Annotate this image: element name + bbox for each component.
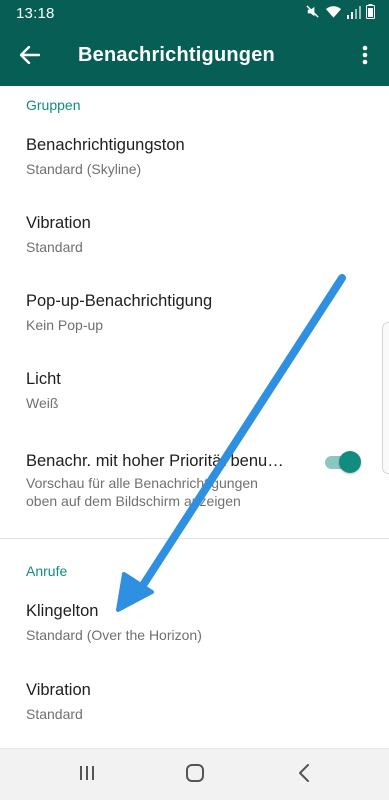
section-header-anrufe: Anrufe	[26, 563, 68, 579]
mute-icon	[305, 4, 320, 24]
setting-summary-line2: oben auf dem Bildschirm anzeigen	[26, 493, 241, 509]
more-options-button[interactable]	[351, 41, 379, 73]
notification-settings-screen: 13:18 Benachrichtigungen Gruppen Benachr…	[0, 0, 389, 800]
setting-vibration-gruppen[interactable]: Vibration Standard	[0, 198, 389, 276]
page-title: Benachrichtigungen	[78, 44, 275, 66]
signal-icon	[347, 5, 361, 24]
setting-summary: Standard (Over the Horizon)	[26, 627, 202, 643]
setting-summary: Kein Pop-up	[26, 317, 104, 333]
section-header-gruppen: Gruppen	[26, 97, 81, 113]
setting-vibration-anrufe[interactable]: Vibration Standard	[0, 664, 389, 742]
more-vert-icon	[362, 45, 368, 70]
setting-klingelton[interactable]: Klingelton Standard (Over the Horizon)	[0, 586, 389, 664]
setting-summary: Standard (Skyline)	[26, 161, 142, 177]
navigation-bar	[0, 748, 389, 800]
arrow-left-icon	[19, 45, 41, 69]
status-icons	[305, 4, 375, 24]
setting-summary: Weiß	[26, 395, 59, 411]
setting-hohe-prioritaet[interactable]: Benachr. mit hoher Priorität benu… Vorsc…	[0, 432, 389, 532]
home-icon	[185, 763, 205, 788]
edge-panel-handle[interactable]	[382, 322, 389, 474]
status-bar: 13:18	[0, 0, 389, 28]
setting-title: Vibration	[26, 681, 91, 699]
setting-summary: Standard	[26, 239, 83, 255]
toggle-thumb	[339, 451, 361, 473]
settings-list: Gruppen Benachrichtigungston Standard (S…	[0, 86, 389, 746]
recents-button[interactable]	[72, 761, 102, 789]
setting-title: Benachr. mit hoher Priorität benu…	[26, 452, 284, 470]
setting-title: Vibration	[26, 214, 91, 232]
home-button[interactable]	[180, 761, 210, 789]
setting-licht[interactable]: Licht Weiß	[0, 354, 389, 432]
setting-title: Pop-up-Benachrichtigung	[26, 292, 213, 310]
setting-popup-benachrichtigung[interactable]: Pop-up-Benachrichtigung Kein Pop-up	[0, 276, 389, 354]
setting-title: Klingelton	[26, 602, 99, 620]
nav-back-button[interactable]	[289, 761, 319, 789]
back-button[interactable]	[14, 41, 46, 73]
setting-title: Licht	[26, 370, 61, 388]
setting-title: Benachrichtigungston	[26, 136, 185, 154]
wifi-icon	[325, 5, 342, 24]
app-toolbar: Benachrichtigungen	[0, 28, 389, 86]
battery-icon	[366, 4, 375, 24]
setting-summary: Standard	[26, 706, 83, 722]
setting-summary-line1: Vorschau für alle Benachrichtigungen	[26, 475, 258, 491]
section-divider	[0, 538, 389, 539]
recents-icon	[78, 765, 96, 786]
priority-toggle[interactable]	[325, 451, 361, 473]
back-icon	[298, 763, 310, 787]
status-time: 13:18	[16, 5, 55, 22]
setting-benachrichtigungston[interactable]: Benachrichtigungston Standard (Skyline)	[0, 120, 389, 198]
